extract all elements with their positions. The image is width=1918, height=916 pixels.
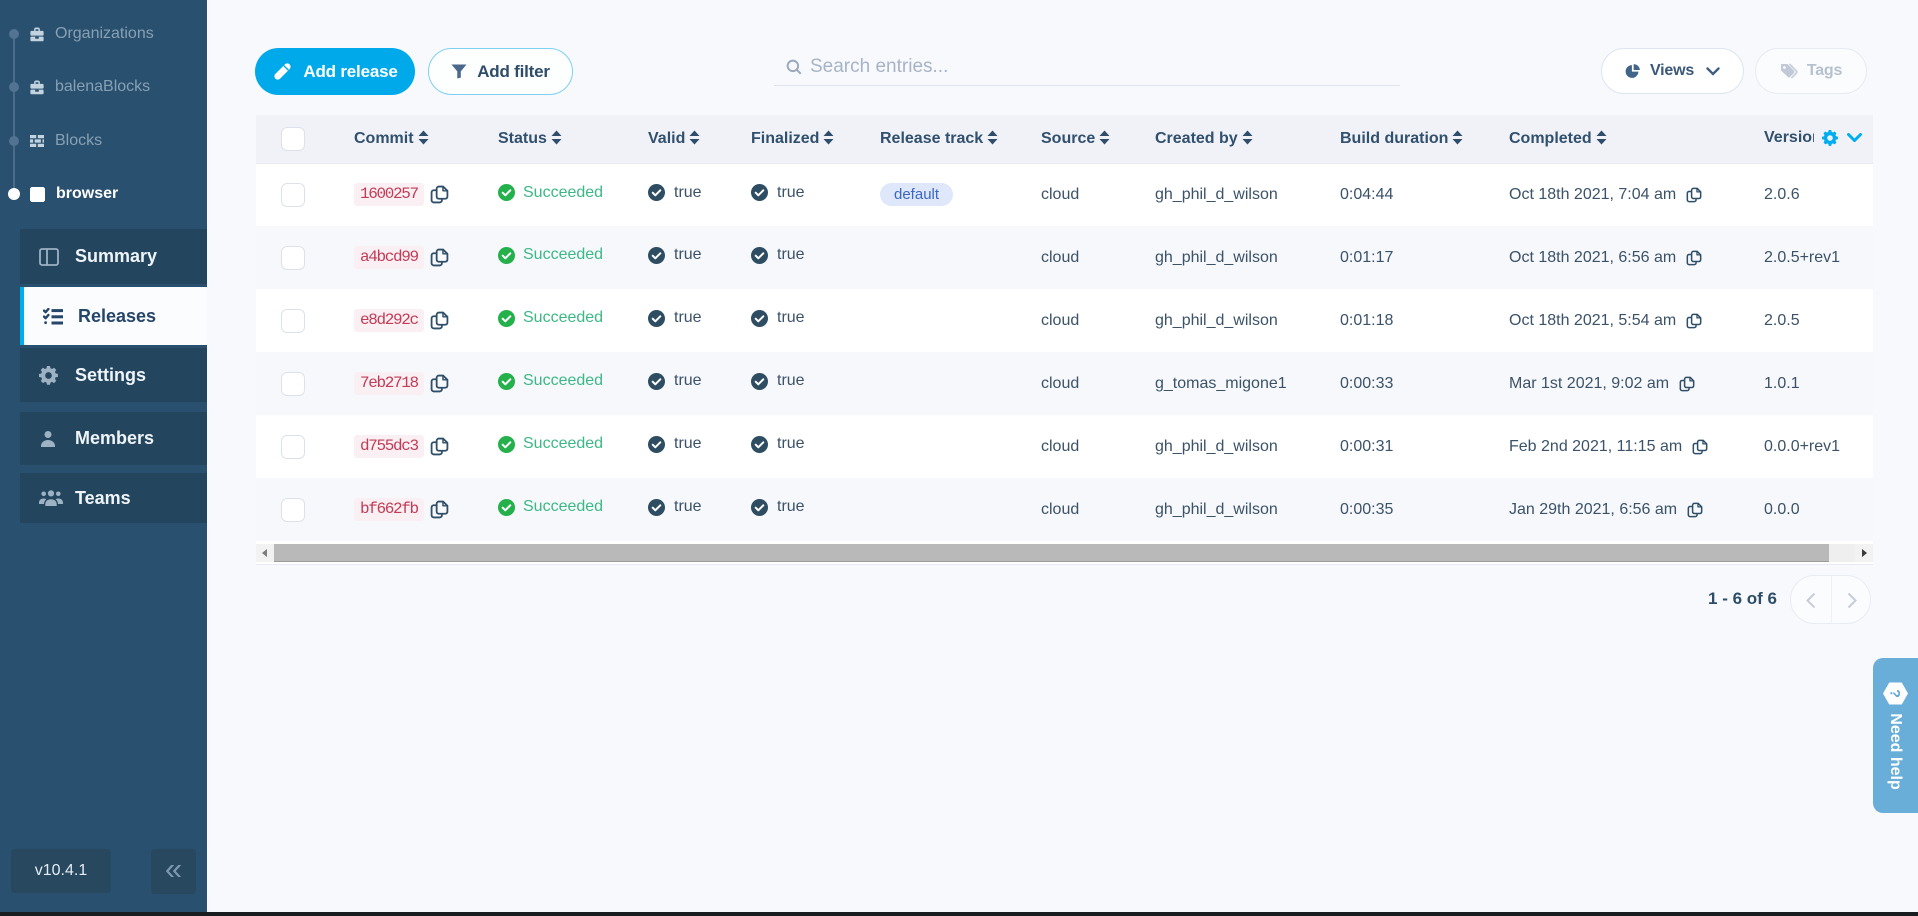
svg-text:?: ? (1888, 689, 1904, 698)
